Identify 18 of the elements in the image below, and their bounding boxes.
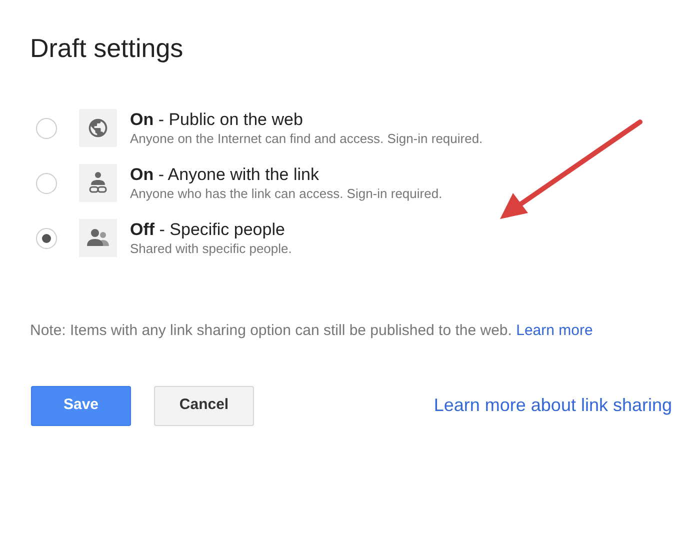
- radio-button[interactable]: [36, 118, 57, 139]
- radio-button[interactable]: [36, 228, 57, 249]
- radio-button[interactable]: [36, 172, 57, 194]
- option-description: Anyone on the Internet can find and access. Sign-in required.: [130, 130, 483, 147]
- help-link[interactable]: Learn more about link sharing: [434, 392, 672, 420]
- cancel-button[interactable]: Cancel: [154, 386, 254, 426]
- note-text: Note: Items with any link sharing option can still be published to the web.: [30, 322, 512, 340]
- option-title: Off - Specific people: [130, 220, 286, 240]
- save-button[interactable]: Save: [31, 386, 131, 426]
- option-title: On - Anyone with the link: [130, 164, 320, 185]
- globe-icon: [87, 117, 109, 140]
- option-description: Anyone who has the link can access. Sign-in required.: [130, 184, 442, 202]
- dialog-title: Draft settings: [29, 32, 184, 64]
- person-link-icon: [88, 171, 108, 196]
- option-description: Shared with specific people.: [130, 240, 292, 257]
- option-title: On - Public on the web: [130, 110, 304, 130]
- people-icon: [87, 228, 109, 248]
- learn-more-link[interactable]: Learn more: [516, 322, 593, 340]
